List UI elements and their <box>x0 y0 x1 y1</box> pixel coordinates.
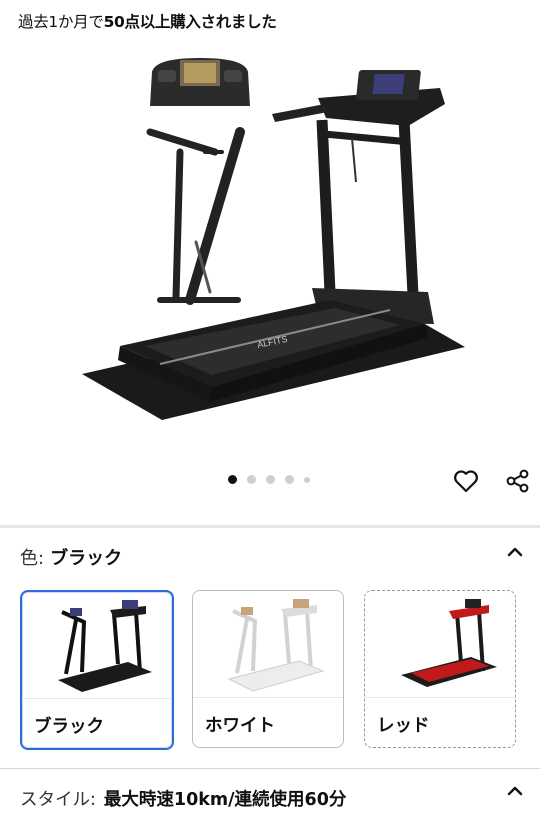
color-label: 色: <box>20 548 45 569</box>
wishlist-button[interactable] <box>451 466 481 496</box>
swatch-label: ホワイト <box>205 716 275 736</box>
style-variant-header[interactable]: スタイル: 最大時速10km/連続使用60分 <box>20 786 346 811</box>
color-swatch-white[interactable]: ホワイト <box>192 590 344 748</box>
product-main-image[interactable]: ALFITS <box>0 42 540 452</box>
chevron-up-icon[interactable] <box>504 780 526 802</box>
chevron-up-icon[interactable] <box>504 541 526 563</box>
folded-treadmill-thumbnail <box>146 127 245 305</box>
color-swatch-black[interactable]: ブラック <box>20 590 174 750</box>
treadmill-console <box>272 70 445 126</box>
red-treadmill-thumbnail <box>401 599 497 687</box>
style-label: スタイル: <box>20 790 96 810</box>
carousel-dot[interactable] <box>285 475 294 484</box>
section-divider <box>0 768 540 769</box>
carousel-dot[interactable] <box>228 475 237 484</box>
purchase-note-prefix: 過去1か月で <box>18 13 104 31</box>
heart-icon <box>454 470 478 493</box>
swatch-label: レッド <box>377 716 430 736</box>
color-variant-header[interactable]: 色: ブラック <box>20 544 122 570</box>
carousel-dot[interactable] <box>266 475 275 484</box>
purchase-count-note: 過去1か月で50点以上購入されました <box>18 10 277 32</box>
swatch-divider <box>193 697 343 698</box>
swatch-divider <box>365 697 515 698</box>
swatch-divider <box>22 698 172 699</box>
style-selected-value: 最大時速10km/連続使用60分 <box>103 790 347 810</box>
color-selected-value: ブラック <box>50 548 123 569</box>
image-carousel-indicator <box>228 475 310 484</box>
swatch-label: ブラック <box>34 717 104 737</box>
carousel-dot[interactable] <box>304 476 310 483</box>
black-treadmill-thumbnail <box>58 600 152 692</box>
color-swatch-red[interactable]: レッド <box>364 590 516 748</box>
purchase-note-count: 50点以上購入されました <box>103 13 277 31</box>
share-button[interactable] <box>503 466 533 496</box>
share-icon <box>506 469 529 493</box>
carousel-dot[interactable] <box>247 475 256 484</box>
console-thumbnail <box>150 58 250 106</box>
section-divider <box>0 525 540 528</box>
white-treadmill-thumbnail <box>227 599 325 692</box>
